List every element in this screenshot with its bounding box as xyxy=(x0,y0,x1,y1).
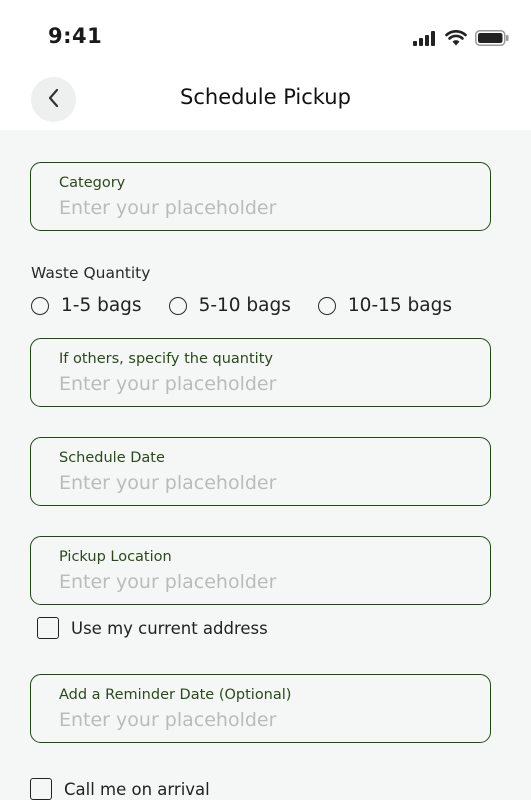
status-time: 9:41 xyxy=(48,24,103,48)
schedule-date-label: Schedule Date xyxy=(59,450,165,466)
pickup-location-label: Pickup Location xyxy=(59,549,172,565)
radio-label: 10-15 bags xyxy=(347,295,453,316)
other-quantity-field[interactable]: If others, specify the quantity xyxy=(30,338,491,407)
radio-1-5-bags[interactable]: 1-5 bags xyxy=(31,295,142,316)
other-quantity-label: If others, specify the quantity xyxy=(59,351,273,367)
page-title: Schedule Pickup xyxy=(180,85,351,109)
radio-circle-icon xyxy=(317,296,336,315)
reminder-date-field[interactable]: Add a Reminder Date (Optional) xyxy=(30,674,491,743)
other-quantity-input[interactable] xyxy=(59,373,459,395)
pickup-location-field[interactable]: Pickup Location xyxy=(30,536,491,605)
waste-quantity-label: Waste Quantity xyxy=(31,264,151,282)
category-label: Category xyxy=(59,175,126,191)
schedule-date-field[interactable]: Schedule Date xyxy=(30,437,491,506)
category-field[interactable]: Category xyxy=(30,162,491,231)
use-current-address-checkbox[interactable]: Use my current address xyxy=(37,617,268,639)
pickup-location-input[interactable] xyxy=(59,571,459,593)
reminder-date-label: Add a Reminder Date (Optional) xyxy=(59,687,292,703)
call-on-arrival-label: Call me on arrival xyxy=(64,779,210,799)
schedule-date-input[interactable] xyxy=(59,472,459,494)
radio-circle-icon xyxy=(31,296,49,315)
signal-icon xyxy=(413,30,437,50)
app-header: Schedule Pickup xyxy=(0,70,531,130)
radio-circle-icon xyxy=(168,296,187,315)
status-bar: 9:41 xyxy=(0,0,531,70)
radio-label: 5-10 bags xyxy=(198,295,291,316)
call-on-arrival-checkbox[interactable]: Call me on arrival xyxy=(30,778,210,800)
radio-10-15-bags[interactable]: 10-15 bags xyxy=(317,295,453,316)
waste-quantity-options: 1-5 bags 5-10 bags 10-15 bags xyxy=(31,295,452,316)
checkbox-icon xyxy=(30,778,52,800)
reminder-date-input[interactable] xyxy=(59,709,459,731)
checkbox-icon xyxy=(37,617,59,639)
wifi-icon xyxy=(445,30,467,50)
category-input[interactable] xyxy=(59,197,459,219)
battery-icon xyxy=(475,30,509,50)
status-icons xyxy=(413,30,509,50)
radio-label: 1-5 bags xyxy=(61,295,142,316)
radio-5-10-bags[interactable]: 5-10 bags xyxy=(168,295,291,316)
use-current-address-label: Use my current address xyxy=(71,618,268,638)
